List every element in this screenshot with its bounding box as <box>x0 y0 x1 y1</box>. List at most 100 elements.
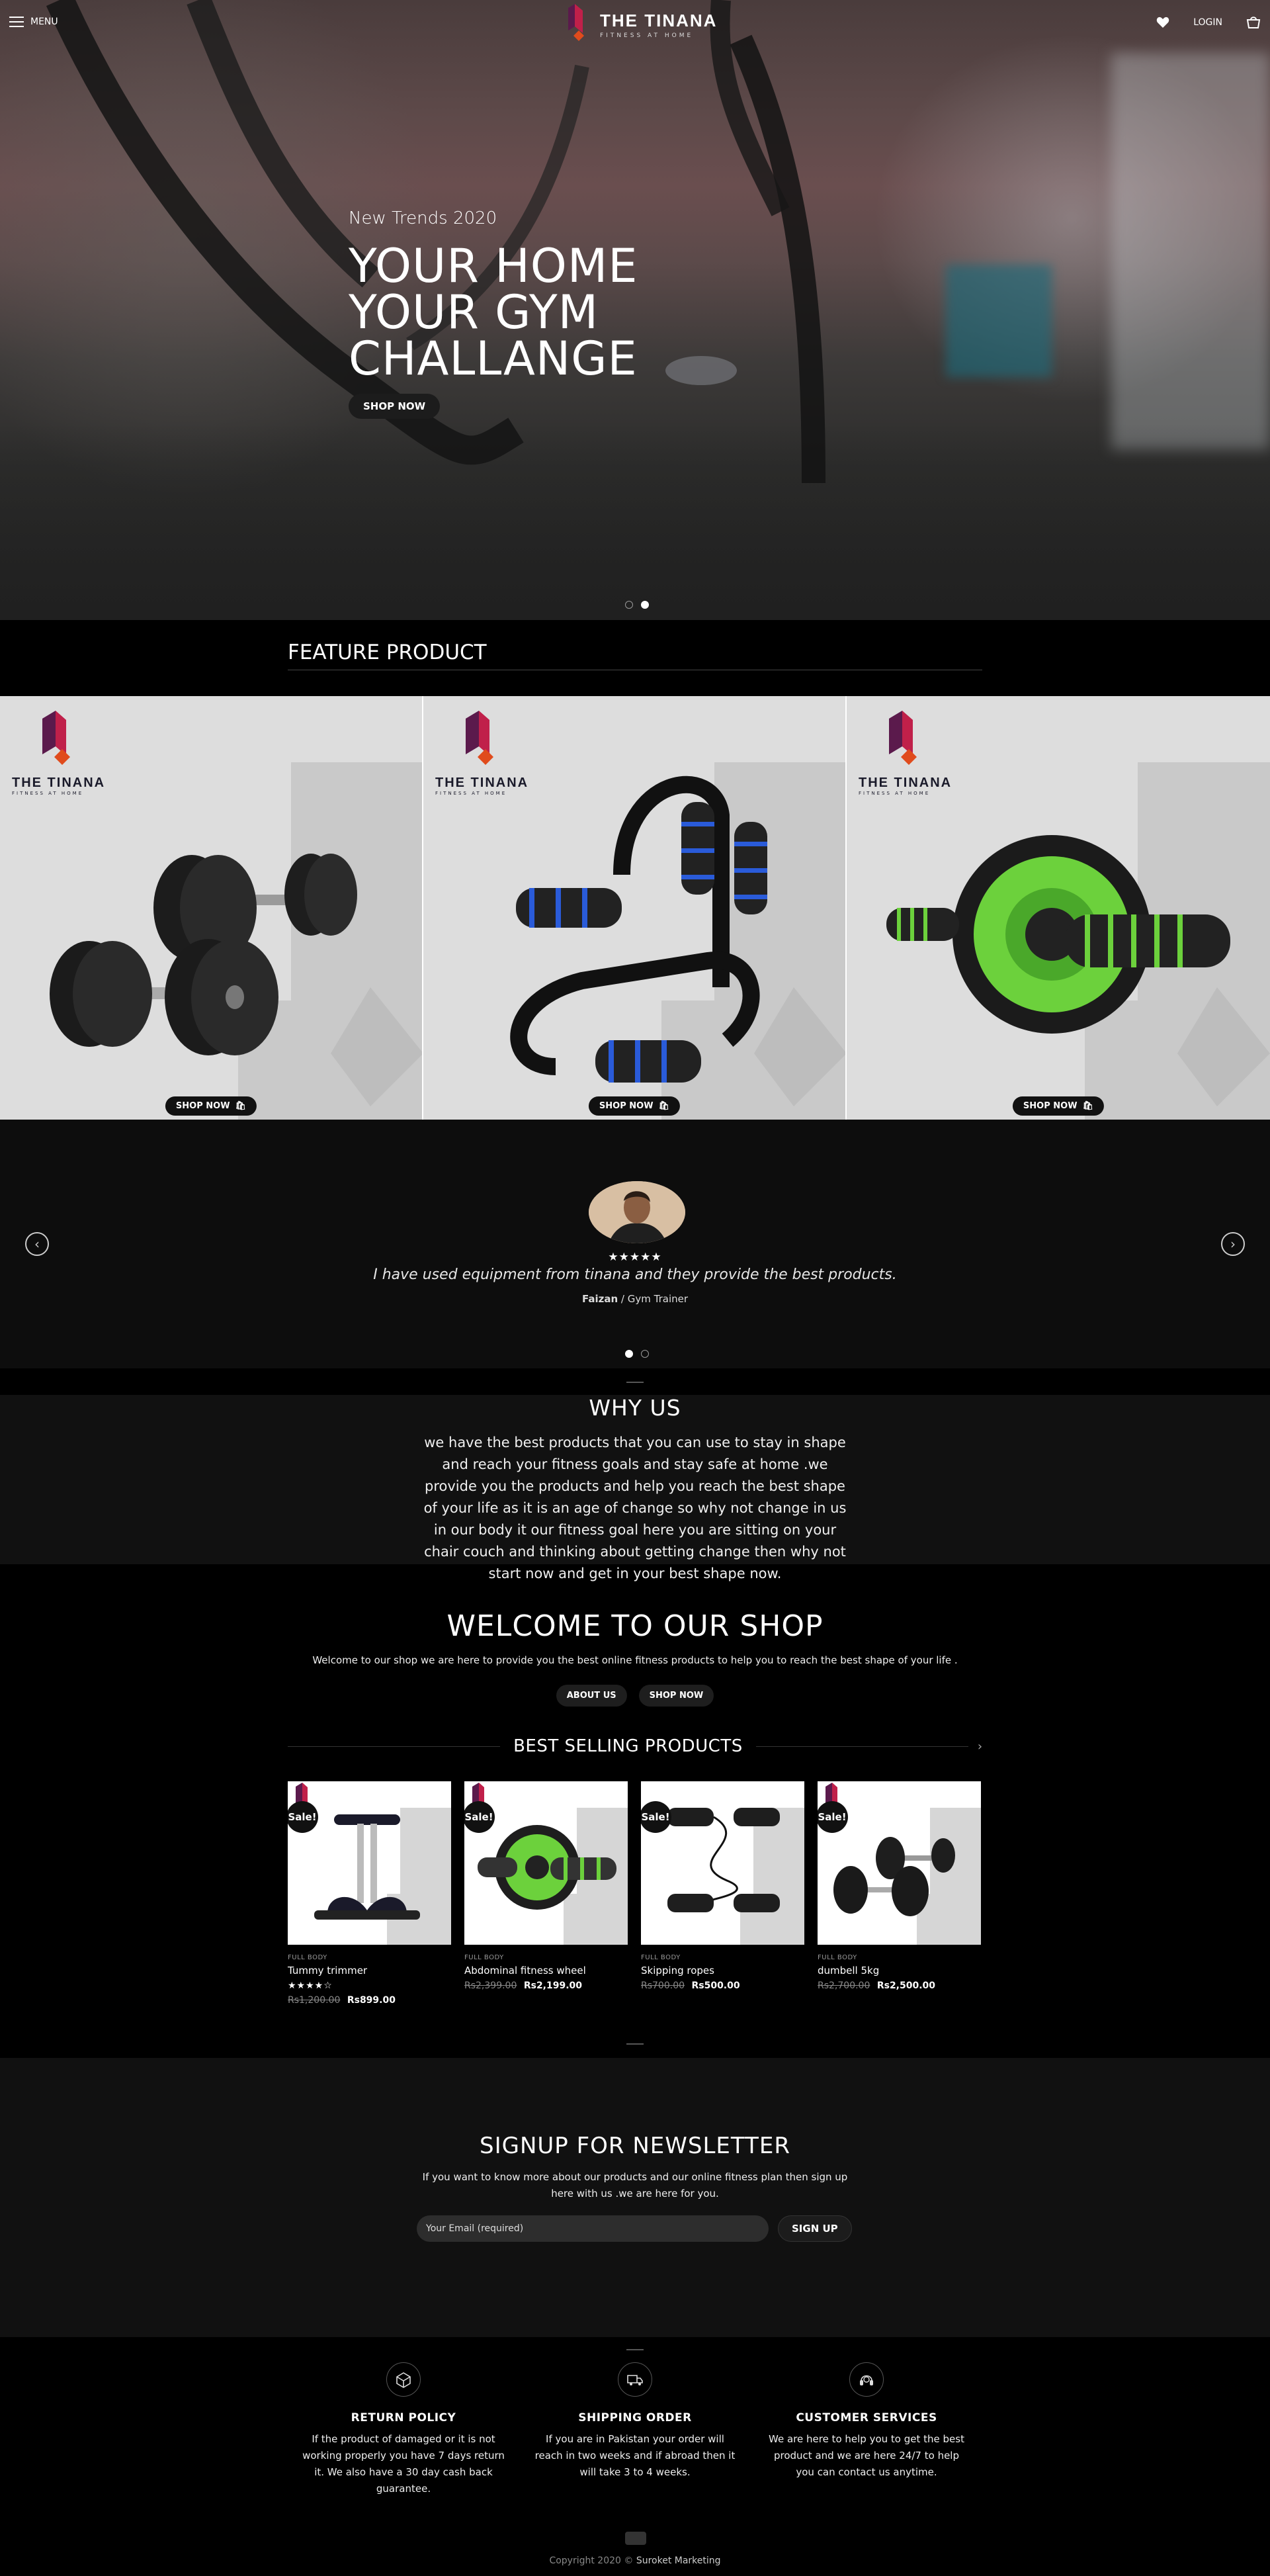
footer-features: RETURN POLICY If the product of damaged … <box>288 2362 982 2497</box>
about-us-button[interactable]: ABOUT US <box>556 1685 627 1707</box>
product-image[interactable]: Sale! <box>818 1781 981 1945</box>
testimonial-slider: ★★★★★ I have used equipment from tinana … <box>0 1120 1270 1368</box>
feature-card[interactable]: THE TINANA FITNESS AT HOME SHOP NOW 🛍 <box>847 696 1270 1120</box>
old-price: Rs700.00 <box>641 1980 685 1991</box>
ab-wheel-image <box>886 835 1230 1034</box>
old-price: Rs1,200.00 <box>288 1995 341 2006</box>
hero-shop-now-button[interactable]: SHOP NOW <box>349 394 441 419</box>
sale-price: Rs2,500.00 <box>876 1980 936 1991</box>
testimonial-dots <box>625 1350 649 1358</box>
product-card[interactable]: Sale! FULL BODY Abdominal fitness wheel … <box>464 1781 628 2006</box>
prev-arrow-icon[interactable]: ‹ <box>25 1232 49 1256</box>
slider-dot[interactable] <box>641 1350 649 1358</box>
footer-feature-title: CUSTOMER SERVICES <box>796 2411 937 2424</box>
next-arrow-icon[interactable]: › <box>1221 1232 1245 1256</box>
heading-line <box>288 1746 501 1747</box>
avatar-photo <box>589 1181 685 1243</box>
feature-card[interactable]: THE TINANA FITNESS AT HOME SHOP NOW 🛍 <box>423 696 847 1120</box>
product-image[interactable]: Sale! <box>288 1781 451 1945</box>
bag-icon: 🛍 <box>235 1101 247 1111</box>
product-name[interactable]: Skipping ropes <box>641 1965 804 1976</box>
menu-label: MENU <box>30 17 58 27</box>
product-category[interactable]: FULL BODY <box>818 1954 981 1961</box>
dumbbells-image <box>50 854 357 1055</box>
testimonial-author-role: / Gym Trainer <box>620 1293 689 1305</box>
company-link[interactable]: Suroket Marketing <box>636 2555 721 2566</box>
product-rating: ★★★★☆ <box>288 1980 333 1991</box>
shop-now-button[interactable]: SHOP NOW <box>638 1685 714 1707</box>
brand-name: THE TINANA <box>600 10 718 30</box>
testimonial-author: Faizan / Gym Trainer <box>0 1293 1270 1305</box>
best-selling-title: BEST SELLING PRODUCTS <box>513 1736 743 1756</box>
old-price: Rs2,399.00 <box>464 1980 517 1991</box>
product-image[interactable]: Sale! <box>641 1781 804 1945</box>
product-card[interactable]: Sale! FULL BODY dumbell 5kg Rs2,700.00 R… <box>818 1781 981 2006</box>
feature-product-title: FEATURE PRODUCT <box>288 641 487 664</box>
heart-icon[interactable] <box>1156 17 1169 28</box>
footer-feature-text: If you are in Pakistan your order will r… <box>534 2433 736 2478</box>
feature-shop-now-button[interactable]: SHOP NOW 🛍 <box>1012 1096 1105 1116</box>
copyright-prefix: Copyright 2020 © <box>549 2555 634 2566</box>
testimonial-author-name: Faizan <box>581 1293 618 1305</box>
slider-dot[interactable] <box>625 601 633 609</box>
footer-feature-text: If the product of damaged or it is not w… <box>302 2433 505 2495</box>
product-category[interactable]: FULL BODY <box>464 1954 628 1961</box>
welcome-title: WELCOME TO OUR SHOP <box>446 1609 824 1643</box>
feature-shop-label: SHOP NOW <box>175 1101 230 1111</box>
product-price: Rs2,399.00 Rs2,199.00 <box>464 1980 628 1991</box>
login-link[interactable]: LOGIN <box>1193 17 1222 28</box>
hero-slider-dots <box>625 601 649 609</box>
bag-icon: 🛍 <box>658 1101 670 1111</box>
product-category[interactable]: FULL BODY <box>288 1954 451 1961</box>
site-header: MENU THE TINANA FITNESS AT HOME LOGIN <box>0 0 1270 49</box>
footer-logo[interactable] <box>625 2532 646 2545</box>
sign-up-button[interactable]: SIGN UP <box>778 2215 852 2242</box>
headset-icon <box>849 2362 884 2397</box>
feature-card[interactable]: THE TINANA FITNESS AT HOME SHOP NOW 🛍 <box>0 696 423 1120</box>
menu-button[interactable]: MENU <box>9 17 58 27</box>
brand-tagline: FITNESS AT HOME <box>600 32 694 39</box>
sale-badge: Sale! <box>288 1801 318 1833</box>
email-input[interactable] <box>417 2215 769 2242</box>
hero-copy: New Trends 2020 YOUR HOME YOUR GYM CHALL… <box>349 208 638 419</box>
pushup-bars-image <box>510 776 767 1083</box>
testimonial-avatar <box>589 1181 685 1243</box>
sale-badge: Sale! <box>464 1801 495 1833</box>
copyright: Copyright 2020 © Suroket Marketing <box>0 2555 1270 2566</box>
product-price: Rs2,700.00 Rs2,500.00 <box>818 1980 981 1991</box>
hero-title: YOUR HOME YOUR GYM CHALLANGE <box>349 243 638 382</box>
hero-kicker: New Trends 2020 <box>349 208 497 228</box>
hero-banner: New Trends 2020 YOUR HOME YOUR GYM CHALL… <box>0 0 1270 620</box>
product-grid: Sale! FULL BODY Tummy trimmer ★★★★☆ Rs1,… <box>288 1781 982 2006</box>
menu-icon <box>9 17 24 27</box>
sale-price: Rs500.00 <box>691 1980 740 1991</box>
why-us-section: WHY US we have the best products that yo… <box>0 1395 1270 1581</box>
feature-shop-label: SHOP NOW <box>599 1101 654 1111</box>
welcome-text: Welcome to our shop we are here to provi… <box>312 1654 958 1666</box>
section-divider <box>626 2349 644 2350</box>
feature-shop-now-button[interactable]: SHOP NOW 🛍 <box>588 1096 681 1116</box>
product-name[interactable]: Tummy trimmer <box>288 1965 451 1976</box>
product-category[interactable]: FULL BODY <box>641 1954 804 1961</box>
product-card[interactable]: Sale! FULL BODY Skipping ropes Rs700.00 … <box>641 1781 804 2006</box>
best-selling-header: BEST SELLING PRODUCTS › <box>288 1736 982 1756</box>
product-card[interactable]: Sale! FULL BODY Tummy trimmer ★★★★☆ Rs1,… <box>288 1781 451 2006</box>
slider-dot-active[interactable] <box>625 1350 633 1358</box>
site-logo[interactable]: THE TINANA FITNESS AT HOME <box>559 4 717 45</box>
feature-product-header: FEATURE PRODUCT <box>288 641 982 670</box>
feature-shop-now-button[interactable]: SHOP NOW 🛍 <box>165 1096 257 1116</box>
brand-mark-icon <box>568 4 584 41</box>
sale-badge: Sale! <box>818 1801 848 1833</box>
hero-title-line: YOUR HOME <box>349 239 638 293</box>
footer-feature: CUSTOMER SERVICES We are here to help yo… <box>751 2362 982 2497</box>
chevron-right-icon[interactable]: › <box>978 1740 982 1754</box>
product-name[interactable]: dumbell 5kg <box>818 1965 981 1976</box>
product-image[interactable]: Sale! <box>464 1781 628 1945</box>
product-name[interactable]: Abdominal fitness wheel <box>464 1965 628 1976</box>
footer-feature: SHIPPING ORDER If you are in Pakistan yo… <box>519 2362 751 2497</box>
cart-icon[interactable] <box>1246 16 1261 29</box>
footer-feature: RETURN POLICY If the product of damaged … <box>288 2362 519 2497</box>
footer-feature-title: SHIPPING ORDER <box>578 2411 692 2424</box>
slider-dot-active[interactable] <box>641 601 649 609</box>
section-divider <box>626 1382 644 1383</box>
